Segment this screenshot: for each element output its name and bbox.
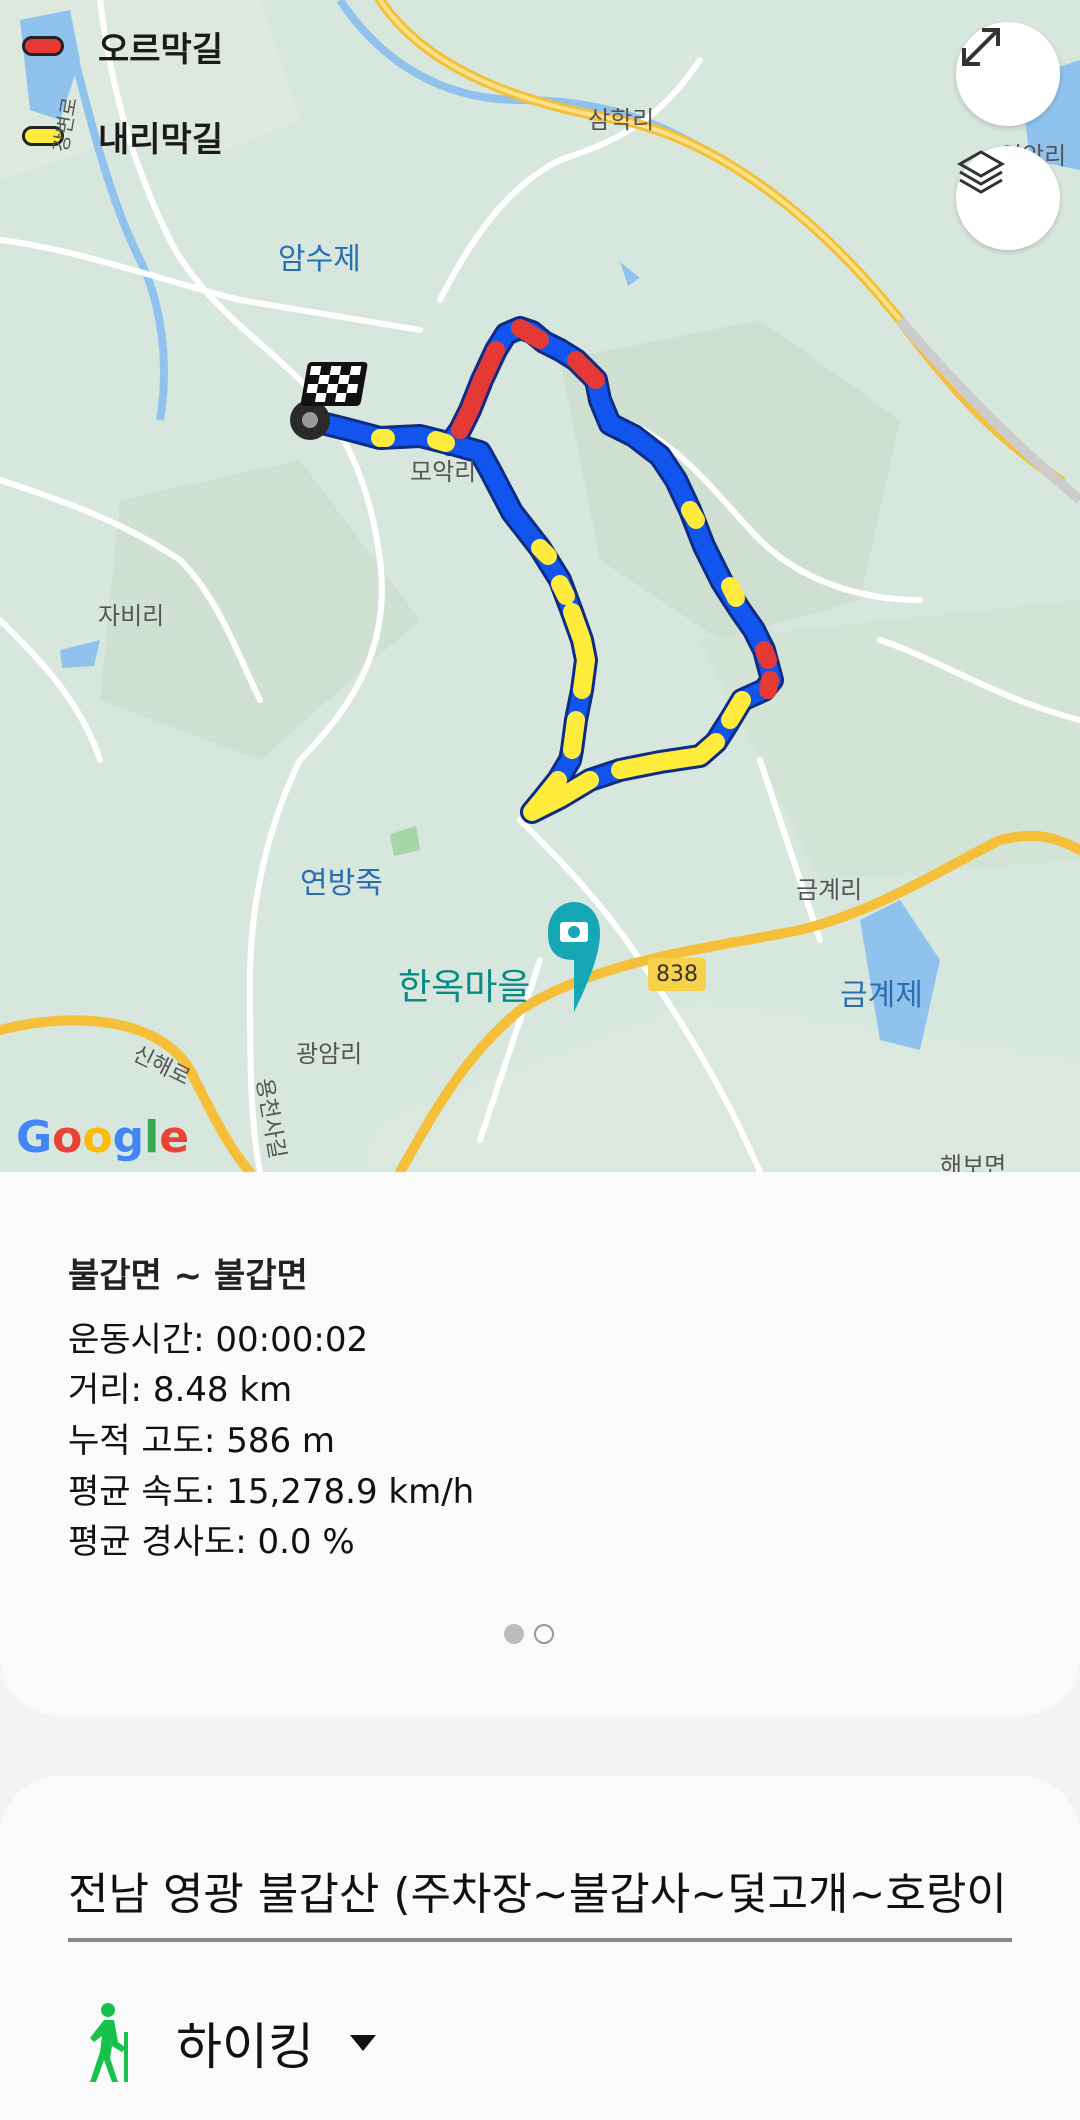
- map-label-geumgye-je: 금계제: [840, 978, 923, 1013]
- legend-uphill: 오르막길: [22, 26, 223, 70]
- map-label-amsu: 암수제: [278, 242, 361, 277]
- google-attribution: Google: [16, 1112, 190, 1163]
- stat-avg-slope: 평균 경사도: 0.0 %: [68, 1522, 355, 1562]
- chevron-down-icon[interactable]: [350, 2035, 376, 2051]
- stat-elevation: 누적 고도: 586 m: [68, 1421, 336, 1461]
- road-number-badge: 838: [648, 958, 706, 991]
- expand-icon: [962, 28, 1000, 66]
- legend-downhill-label: 내리막길: [98, 119, 224, 160]
- route-title: 불갑면 ~ 불갑면: [68, 1256, 308, 1296]
- finish-flag-icon[interactable]: [300, 362, 368, 406]
- stat-distance: 거리: 8.48 km: [68, 1370, 293, 1410]
- legend-uphill-label: 오르막길: [98, 29, 224, 70]
- map-label-haebo: 해보면: [940, 1152, 1007, 1172]
- course-name-input[interactable]: 전남 영광 불갑산 (주차장~불갑사~덫고개~호랑이: [68, 1858, 1012, 1922]
- map-label-yeonbang: 연방죽: [300, 866, 383, 901]
- course-name-underline: [68, 1938, 1012, 1942]
- page-dot-2[interactable]: [534, 1624, 554, 1644]
- map-label-jabi: 자비리: [98, 602, 165, 630]
- course-form-card: 전남 영광 불갑산 (주차장~불갑사~덫고개~호랑이 하이킹: [0, 1776, 1080, 2120]
- activity-label: 하이킹: [176, 2018, 314, 2076]
- map-view[interactable]: 오르막길 내리막길 삼학리 암수제 모악리 자비리 연방죽 한옥마을 금계리 금…: [0, 0, 1080, 1172]
- legend-uphill-swatch: [22, 36, 64, 56]
- page-dot-1[interactable]: [504, 1624, 524, 1644]
- map-label-geumgye-ri: 금계리: [796, 876, 863, 904]
- page-indicator[interactable]: [504, 1624, 554, 1644]
- layers-button[interactable]: [956, 146, 1060, 250]
- map-label-hanok[interactable]: 한옥마을: [398, 958, 530, 1010]
- activity-selector[interactable]: 하이킹: [80, 2002, 376, 2084]
- layers-icon: [956, 150, 1006, 194]
- hiking-icon: [90, 2003, 128, 2082]
- route-summary-card[interactable]: 불갑면 ~ 불갑면 운동시간: 00:00:02 거리: 8.48 km 누적 …: [0, 1172, 1080, 1716]
- stat-duration: 운동시간: 00:00:02: [68, 1320, 369, 1360]
- map-label-samhak: 삼학리: [588, 106, 655, 134]
- stat-avg-speed: 평균 속도: 15,278.9 km/h: [68, 1472, 475, 1512]
- fullscreen-button[interactable]: [956, 22, 1060, 126]
- map-label-gwangam: 광암리: [296, 1040, 363, 1068]
- map-label-moak: 모악리: [410, 458, 477, 486]
